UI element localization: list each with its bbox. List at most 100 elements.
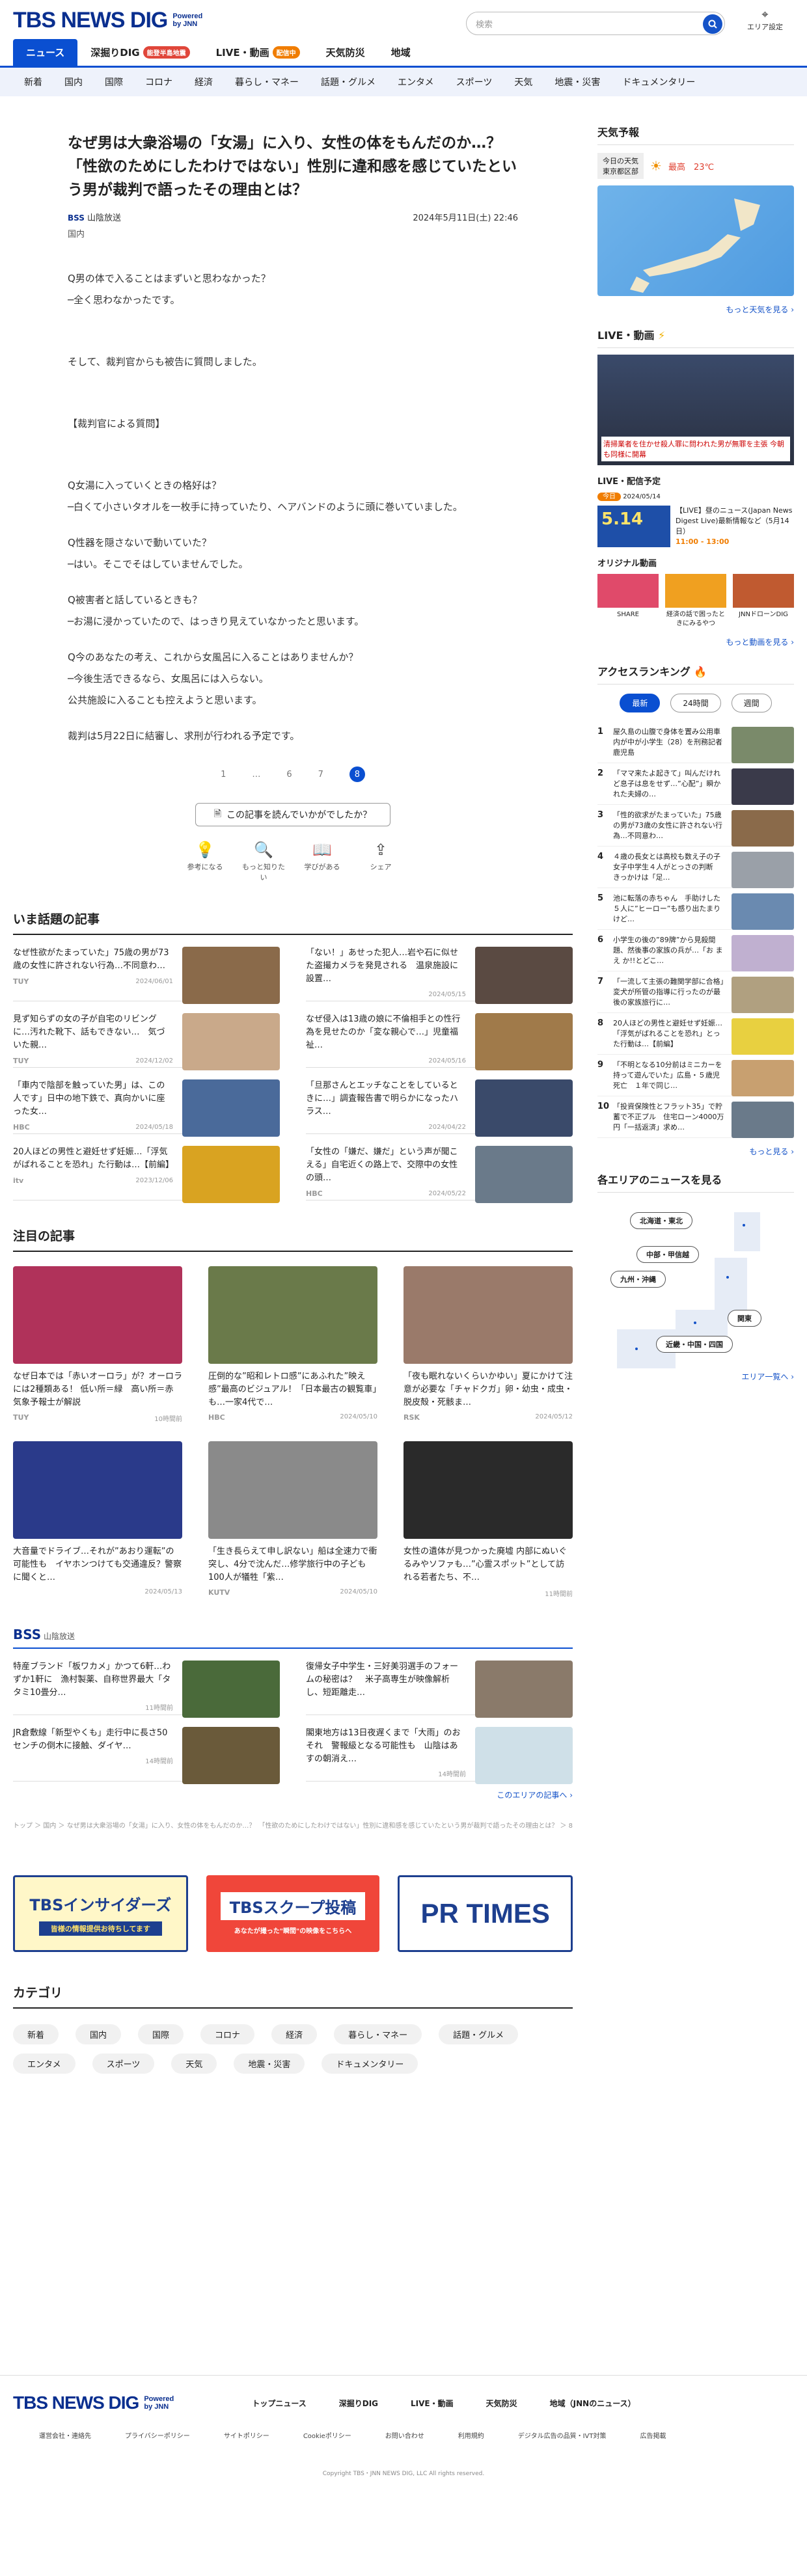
footer-link[interactable]: 地域（JNNのニュース） — [550, 2398, 636, 2409]
nav-4[interactable]: 地域 — [378, 46, 424, 66]
local-item[interactable]: 復帰女子中学生・三好美羽選手のフォームの秘密は？ 米子高専生が映像解析し、短距離… — [306, 1649, 573, 1718]
reaction-0[interactable]: 💡 参考になる — [181, 841, 229, 882]
reaction-1[interactable]: 🔍 もっと知りたい — [239, 841, 288, 882]
trending-item[interactable]: 「ない！」あせった犯人…岩や石に似せた盗撮カメラを発見される 温泉施設に設置… 2… — [306, 935, 573, 1004]
ranking-item[interactable]: 7 「一流して主張の難関学部に合格」変犬が所管の指導に行ったのが最後の家族旅行に… — [597, 971, 794, 1013]
insiders-banner[interactable]: TBSインサイダーズ 皆様の情報提供お待ちしてます — [13, 1875, 188, 1952]
footer-sublink[interactable]: プライバシーポリシー — [125, 2430, 190, 2440]
weather-more-link[interactable]: もっと天気を見る › — [597, 304, 794, 315]
category-chip[interactable]: 天気 — [171, 2054, 217, 2074]
trending-item[interactable]: なぜ侵入は13歳の娘に不倫相手との性行為を見せたのか「変な親心で…」児童福祉… 2… — [306, 1001, 573, 1070]
ranking-item[interactable]: 3 「性的欲求がたまっていた」75歳の男が73歳の女性に許されない行為…不同意わ… — [597, 805, 794, 847]
site-logo[interactable]: TBS NEWS DIG Powered by JNN — [13, 8, 209, 33]
article-category[interactable]: 国内 — [68, 227, 518, 239]
ranking-more-link[interactable]: もっと見る › — [597, 1146, 794, 1157]
subnav-item[interactable]: 国内 — [53, 75, 94, 88]
page-link[interactable]: 7 — [318, 770, 323, 780]
category-chip[interactable]: 新着 — [13, 2024, 59, 2044]
local-item[interactable]: 閣東地方は13日夜遅くまで「大雨」のおそれ 警報級となる可能性も 山陰はあすの朝… — [306, 1715, 573, 1784]
featured-item[interactable]: 「夜も眠れないくらいかゆい」夏にかけて注意が必要な「チャドクガ」卵・幼虫・成虫・… — [404, 1266, 573, 1423]
subnav-item[interactable]: 話題・グルメ — [310, 75, 387, 88]
category-chip[interactable]: 話題・グルメ — [439, 2024, 519, 2044]
footer-sublink[interactable]: 利用規約 — [458, 2430, 484, 2440]
category-chip[interactable]: 経済 — [271, 2024, 318, 2044]
nav-3[interactable]: 天気防災 — [313, 46, 378, 66]
category-chip[interactable]: 国際 — [138, 2024, 184, 2044]
subnav-item[interactable]: コロナ — [134, 75, 184, 88]
original-video[interactable]: JNNドローンDIG — [733, 574, 794, 629]
footer-sublink[interactable]: デジタル広告の品質・IVT対策 — [518, 2430, 607, 2440]
featured-item[interactable]: 大音量でドライブ…それが”あおり運転”の可能性も イヤホンつけても交通違反？警察… — [13, 1441, 182, 1598]
area-chubu[interactable]: 中部・甲信越 — [636, 1246, 699, 1263]
area-kanto[interactable]: 関東 — [728, 1310, 761, 1327]
footer-link[interactable]: 深掘りDIG — [339, 2398, 378, 2409]
page-link[interactable]: 6 — [286, 770, 292, 780]
featured-item[interactable]: 圧倒的な”昭和レトロ感”にあふれた”映え感”最高のビジュアル！「日本最古の観覧車… — [208, 1266, 377, 1423]
ranking-tab[interactable]: 最新 — [620, 694, 661, 712]
ranking-item[interactable]: 4 ４歳の長女とは高校も数え子の子 女子中学生４人がとっさの判断 きっかけは「足… — [597, 847, 794, 888]
weather-map[interactable] — [597, 185, 794, 296]
subnav-item[interactable]: エンタメ — [387, 75, 445, 88]
category-chip[interactable]: 暮らし・マネー — [334, 2024, 422, 2044]
ranking-item[interactable]: 10 「投資保険性とフラット35」で貯蓄で不正プル 住宅ローン4000万円「一括返… — [597, 1096, 794, 1138]
live-schedule-item[interactable]: 5.14 【LIVE】昼のニュース(Japan News Digest Live… — [597, 506, 794, 547]
footer-sublink[interactable]: サイトポリシー — [224, 2430, 269, 2440]
subnav-item[interactable]: 経済 — [184, 75, 224, 88]
ranking-tab[interactable]: 24時間 — [670, 694, 721, 712]
page-link[interactable]: 1 — [221, 770, 226, 780]
ranking-tab[interactable]: 週間 — [731, 694, 772, 712]
original-video[interactable]: SHARE — [597, 574, 659, 629]
trending-item[interactable]: 「車内で陰部を触っていた男」は、この人です」日中の地下鉄で、真向かいに座った女…… — [13, 1068, 280, 1137]
subnav-item[interactable]: 天気 — [503, 75, 543, 88]
scoop-banner[interactable]: TBSスクープ投稿 あなたが撮った"瞬間"の映像をこちらへ — [206, 1875, 380, 1952]
local-item[interactable]: 特産ブランド「板ワカメ」かつて6軒…わずか1軒に 漁村製薬、自称世界最大「タタミ… — [13, 1649, 280, 1718]
live-video[interactable]: 清掃業者を住かせ殺人罪に問われた男が無罪を主張 今朝も同様に開幕 — [597, 355, 794, 465]
trending-item[interactable]: 見ず知らずの女の子が自宅のリビングに…汚れた靴下、話もできない… 気づいた親… T… — [13, 1001, 280, 1070]
category-chip[interactable]: エンタメ — [13, 2054, 75, 2074]
ranking-item[interactable]: 9 「不明となる10分前はミニカーを持って遊んでいた」広島・５歳児死亡 １年で同じ… — [597, 1055, 794, 1096]
nav-1[interactable]: 深掘りDIG 能登半島地震 — [77, 46, 202, 66]
category-chip[interactable]: 国内 — [75, 2024, 122, 2044]
page-link[interactable]: … — [252, 770, 260, 780]
trending-item[interactable]: 「旦那さんとエッチなことをしているときに…」調査報告書で明らかになったハラス… 2… — [306, 1068, 573, 1137]
ranking-item[interactable]: 2 「ママ来たよ起きて」叫んだけれど息子は息をせず…”心配”」瞬かれた夫婦の… — [597, 763, 794, 805]
trending-item[interactable]: 「女性の「嫌だ、嫌だ」という声が聞こえる」自宅近くの路上で、交際中の女性の頭… H… — [306, 1134, 573, 1203]
featured-item[interactable]: 女性の遺体が見つかった廃墟 内部にぬいぐるみやソファも…”心霊スポット”として訪… — [404, 1441, 573, 1598]
area-kinki[interactable]: 近畿・中国・四国 — [656, 1336, 733, 1353]
subnav-item[interactable]: ドキュメンタリー — [611, 75, 706, 88]
category-chip[interactable]: スポーツ — [92, 2054, 155, 2074]
reaction-2[interactable]: 📖 学びがある — [298, 841, 346, 882]
area-tohoku[interactable]: 北海道・東北 — [630, 1212, 692, 1229]
prtimes-banner[interactable]: PR TIMES — [398, 1875, 573, 1952]
ranking-item[interactable]: 1 屋久島の山腹で身体を置み公用車内が中が小学生（28）を刑務記者 鹿児島 — [597, 722, 794, 763]
featured-item[interactable]: 「生き長らえて申し訳ない」船は全速力で衝突し、4分で沈んだ…修学旅行中の子ども1… — [208, 1441, 377, 1598]
subnav-item[interactable]: 国際 — [94, 75, 134, 88]
search-button[interactable] — [703, 14, 722, 34]
ranking-item[interactable]: 8 20人ほどの男性と避妊せず妊娠…「浮気がばれることを恐れ」とった行動は…【前編… — [597, 1013, 794, 1055]
category-chip[interactable]: コロナ — [200, 2024, 255, 2044]
footer-sublink[interactable]: 運営会社・連絡先 — [39, 2430, 91, 2440]
subnav-item[interactable]: スポーツ — [445, 75, 504, 88]
footer-logo[interactable]: TBS NEWS DIG Powered by JNN — [13, 2393, 180, 2413]
weather-summary[interactable]: 今日の天気 東京都区部 ☀ 最高 23℃ — [597, 153, 794, 179]
local-more-link[interactable]: このエリアの記事へ › — [13, 1789, 573, 1800]
search-input[interactable]: 検索 — [466, 12, 725, 35]
footer-sublink[interactable]: 広告掲載 — [640, 2430, 666, 2440]
ranking-item[interactable]: 5 池に転落の赤ちゃん 手助けした５人に”ヒーロー”も感り出たまりけど… — [597, 888, 794, 930]
area-kyushu[interactable]: 九州・沖縄 — [610, 1271, 666, 1288]
ranking-item[interactable]: 6 小学生の後の”89牌”から見殺間題、然後事の家族の兵が…「お まえ か!!とど… — [597, 930, 794, 971]
trending-item[interactable]: なぜ性欲がたまっていた」75歳の男が73歳の女性に許されない行為…不同意わ… TU… — [13, 935, 280, 1004]
footer-link[interactable]: 天気防災 — [486, 2398, 517, 2409]
area-setting[interactable]: ⌖ エリア設定 — [747, 8, 783, 32]
footer-sublink[interactable]: お問い合わせ — [385, 2430, 424, 2440]
original-video[interactable]: 経済の話で困ったときにみるやつ — [665, 574, 726, 629]
footer-link[interactable]: トップニュース — [252, 2398, 306, 2409]
video-more-link[interactable]: もっと動画を見る › — [597, 636, 794, 647]
subnav-item[interactable]: 新着 — [13, 75, 53, 88]
footer-sublink[interactable]: Cookieポリシー — [303, 2430, 351, 2440]
local-item[interactable]: JR倉敷線「新型やくも」走行中に長さ50センチの倒木に接触、ダイヤ… 14時間前 — [13, 1715, 280, 1784]
featured-item[interactable]: なぜ日本では「赤いオーロラ」が？オーロラには2種類ある！ 低い所＝緑 高い所＝赤… — [13, 1266, 182, 1423]
category-chip[interactable]: ドキュメンタリー — [321, 2054, 418, 2074]
trending-item[interactable]: 20人ほどの男性と避妊せず妊娠…「浮気がばれることを恐れ」た行動は…【前編】 it… — [13, 1134, 280, 1203]
subnav-item[interactable]: 暮らし・マネー — [224, 75, 310, 88]
